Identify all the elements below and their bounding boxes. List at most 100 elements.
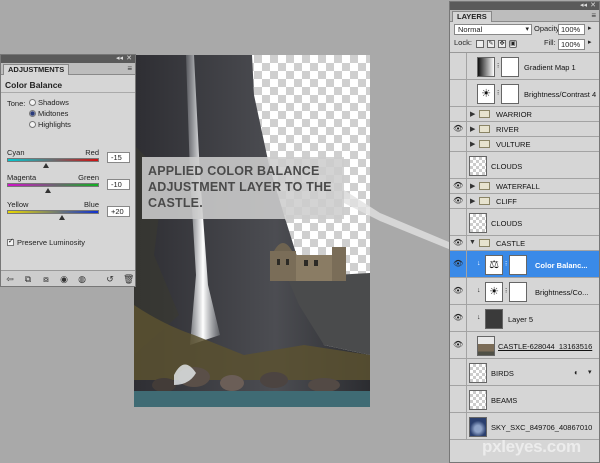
return-arrow-icon[interactable]: ⇦ (5, 273, 15, 285)
layer-gradient-map-1[interactable]: ⁝ Gradient Map 1 (450, 53, 599, 80)
close-icon[interactable]: ✕ (126, 55, 132, 63)
layer-color-balance[interactable]: 👁 ↓ ⚖ ⁝ Color Balanc... (450, 251, 599, 278)
eye-icon[interactable]: ◉ (59, 273, 69, 285)
layer-effects-icon[interactable]: ◐ (574, 368, 579, 377)
expand-arrow-icon[interactable]: ▶ (470, 125, 475, 133)
layer-group-river[interactable]: 👁 ▶ RIVER (450, 122, 599, 137)
layer-beams[interactable]: BEAMS (450, 386, 599, 413)
radio-button[interactable] (29, 99, 36, 106)
eye-icon[interactable]: 👁 (453, 238, 463, 248)
eye-icon[interactable]: 👁 (453, 124, 463, 134)
yellow-blue-slider[interactable] (7, 210, 99, 214)
layer-brightness-contrast-4[interactable]: ☀ ⁝ Brightness/Contrast 4 (450, 80, 599, 107)
eye-icon[interactable]: 👁 (453, 259, 463, 269)
panel-menu-icon[interactable]: ≡ (127, 63, 132, 74)
magenta-green-value[interactable]: -10 (107, 179, 130, 190)
expand-effects-icon[interactable]: ▾ (588, 368, 592, 376)
eye-icon[interactable]: 👁 (453, 340, 463, 350)
radio-midtones[interactable]: Midtones (29, 109, 68, 118)
slider-right-label: Red (85, 148, 99, 157)
slider-thumb[interactable] (59, 215, 66, 220)
eye-icon[interactable]: 👁 (453, 196, 463, 206)
dropdown-arrow-icon[interactable]: ▸ (588, 22, 592, 36)
close-icon[interactable]: ✕ (590, 2, 596, 10)
radio-button[interactable] (29, 110, 36, 117)
collapse-icon[interactable]: ◂◂ (580, 2, 587, 10)
yellow-blue-value[interactable]: +20 (107, 206, 130, 217)
layer-name: VULTURE (496, 140, 531, 149)
layer-clouds-2[interactable]: CLOUDS (450, 209, 599, 236)
eye-icon[interactable]: 👁 (453, 181, 463, 191)
layer-sky[interactable]: SKY_SXC_849706_40867010 (450, 413, 599, 440)
layer-group-waterfall[interactable]: 👁 ▶ WATERFALL (450, 179, 599, 194)
layer-clouds[interactable]: CLOUDS (450, 152, 599, 179)
layer-group-cliff[interactable]: 👁 ▶ CLIFF (450, 194, 599, 209)
lock-transparency-icon[interactable] (476, 40, 484, 48)
folder-icon (479, 140, 490, 148)
slider-left-label: Cyan (7, 148, 25, 157)
radio-highlights[interactable]: Highlights (29, 120, 71, 129)
layer-5[interactable]: 👁 ↓ Layer 5 (450, 305, 599, 332)
magenta-green-slider[interactable] (7, 183, 99, 187)
cyan-red-value[interactable]: -15 (107, 152, 130, 163)
fill-input[interactable]: 100% (558, 39, 585, 50)
eye-icon[interactable]: 👁 (453, 313, 463, 323)
slider-right-label: Blue (83, 200, 99, 209)
lock-position-icon[interactable]: ✥ (498, 40, 506, 48)
callout-text: APPLIED COLOR BALANCE ADJUSTMENT LAYER T… (148, 164, 332, 210)
clip-arrow-icon: ↓ (477, 260, 481, 267)
layer-birds[interactable]: BIRDS ◐ ▾ (450, 359, 599, 386)
layer-group-warrior[interactable]: ▶ WARRIOR (450, 107, 599, 122)
radio-shadows[interactable]: Shadows (29, 98, 69, 107)
view-toggle-icon[interactable]: ◍ (77, 273, 87, 285)
opacity-input[interactable]: 100% (558, 24, 585, 35)
castle-building (270, 243, 346, 281)
cyan-red-slider[interactable] (7, 158, 99, 162)
radio-button[interactable] (29, 121, 36, 128)
tab-adjustments[interactable]: ADJUSTMENTS (3, 64, 70, 75)
lock-all-icon[interactable]: ▣ (509, 40, 517, 48)
trash-icon[interactable]: 🗑 (123, 273, 134, 285)
blend-mode-select[interactable]: Normal (454, 24, 532, 35)
slider-left-label: Yellow (7, 200, 29, 209)
panel-titlebar[interactable]: ◂◂ ✕ (1, 55, 135, 63)
clip-layer-icon[interactable]: ⧉ (23, 273, 33, 285)
expand-arrow-icon[interactable]: ▶ (470, 110, 475, 118)
dropdown-arrow-icon[interactable]: ▸ (588, 36, 592, 50)
panel-menu-icon[interactable]: ≡ (591, 10, 596, 21)
view-previous-icon[interactable]: ⧇ (41, 273, 51, 285)
layer-thumbnail (477, 336, 495, 356)
layer-castle-image[interactable]: 👁 CASTLE-628044_13163516 (450, 332, 599, 359)
adjustments-footer: ⇦ ⧉ ⧇ ◉ ◍ ↺ 🗑 (1, 270, 135, 286)
layer-name: WATERFALL (496, 182, 540, 191)
radio-label: Midtones (38, 109, 69, 118)
collapse-icon[interactable]: ◂◂ (116, 55, 123, 63)
slider-left-label: Magenta (7, 173, 37, 182)
tab-layers[interactable]: LAYERS (452, 11, 492, 22)
layer-thumbnail (469, 213, 487, 233)
preserve-luminosity-option[interactable]: Preserve Luminosity (7, 237, 85, 247)
chain-link-icon: ⁝ (505, 261, 508, 268)
document-canvas[interactable] (134, 55, 370, 407)
expand-arrow-icon[interactable]: ▶ (470, 140, 475, 148)
lock-image-icon[interactable]: ✎ (487, 40, 495, 48)
layer-name: CASTLE-628044_13163516 (498, 342, 593, 351)
radio-label: Highlights (38, 120, 71, 129)
artwork-image (134, 55, 370, 407)
expand-arrow-icon[interactable]: ▶ (470, 197, 475, 205)
collapse-arrow-icon[interactable]: ▼ (469, 239, 476, 246)
expand-arrow-icon[interactable]: ▶ (470, 182, 475, 190)
lock-label: Lock: (454, 38, 472, 47)
layer-mask-thumbnail (509, 282, 527, 302)
folder-icon (479, 125, 490, 133)
layer-group-vulture[interactable]: ▶ VULTURE (450, 137, 599, 152)
slider-thumb[interactable] (43, 163, 50, 168)
layer-group-castle[interactable]: 👁 ▼ CASTLE (450, 236, 599, 251)
cyan-red-labels: Cyan Red (7, 148, 99, 157)
panel-titlebar[interactable]: ◂◂ ✕ (450, 2, 599, 10)
preserve-luminosity-checkbox[interactable] (7, 237, 14, 246)
slider-thumb[interactable] (45, 188, 52, 193)
eye-icon[interactable]: 👁 (453, 286, 463, 296)
reset-icon[interactable]: ↺ (105, 273, 115, 285)
layer-brightness-contrast[interactable]: 👁 ↓ ☀ ⁝ Brightness/Co... (450, 278, 599, 305)
